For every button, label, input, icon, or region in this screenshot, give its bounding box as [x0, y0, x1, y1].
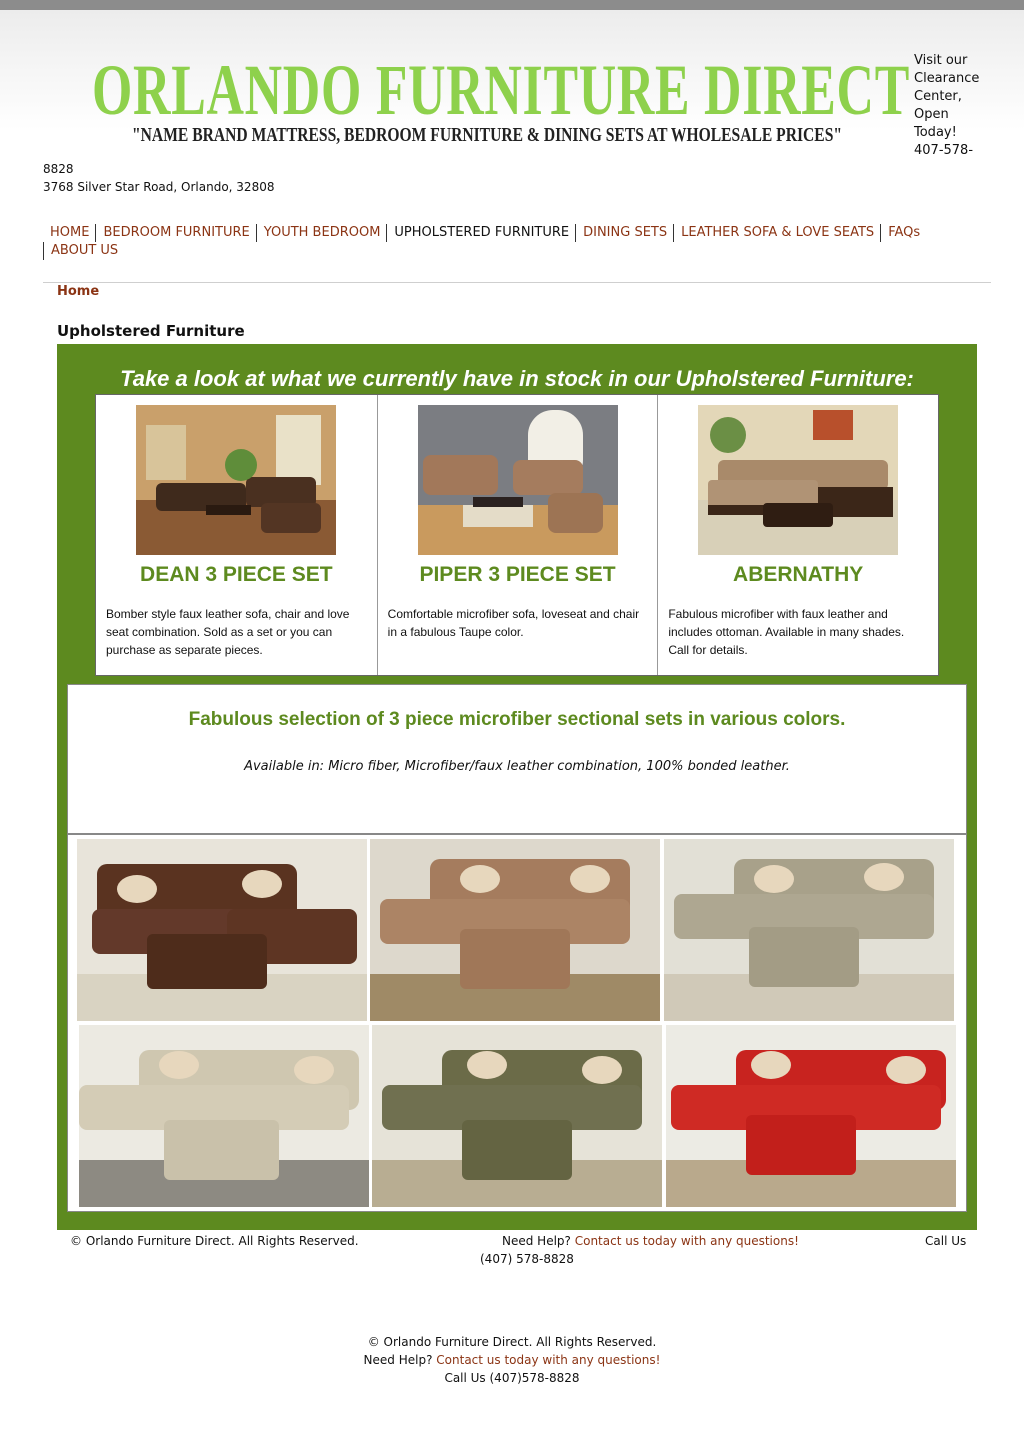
- selection-availability: Available in: Micro fiber, Microfiber/fa…: [244, 759, 790, 774]
- site-tagline: "NAME BRAND MATTRESS, BEDROOM FURNITURE …: [132, 124, 843, 146]
- nav-home[interactable]: HOME: [43, 224, 95, 242]
- visit-line: Center,: [914, 89, 962, 104]
- product-photo-abernathy[interactable]: [698, 405, 899, 555]
- nav-leather-sofa[interactable]: LEATHER SOFA & LOVE SEATS: [673, 224, 880, 242]
- footer-help: Need Help? Contact us today with any que…: [480, 1232, 800, 1268]
- bottom-call: Call Us (407)578-8828: [444, 1371, 580, 1385]
- bottom-help: Need Help? Contact us today with any que…: [0, 1351, 1024, 1369]
- footer-phone: (407) 578-8828: [480, 1252, 574, 1266]
- bottom-need-help: Need Help?: [363, 1353, 433, 1367]
- product-photo-dean[interactable]: [136, 405, 336, 555]
- need-help-text: Need Help?: [502, 1234, 571, 1248]
- nav-divider: [43, 282, 991, 283]
- sectional-photo-taupe[interactable]: [370, 839, 660, 1021]
- visit-notice: Visit our Clearance Center, Open Today! …: [914, 52, 1004, 160]
- visit-line: Open: [914, 107, 949, 122]
- nav-about-us[interactable]: ABOUT US: [43, 242, 124, 260]
- product-table: DEAN 3 PIECE SET Bomber style faux leath…: [95, 394, 939, 676]
- visit-line: Today!: [914, 125, 957, 140]
- product-name[interactable]: PIPER 3 PIECE SET: [378, 563, 658, 587]
- sectional-photo-olive[interactable]: [372, 1025, 662, 1207]
- product-card: ABERNATHY Fabulous microfiber with faux …: [657, 395, 938, 675]
- visit-line: 407-578-: [914, 143, 974, 158]
- nav-dining-sets[interactable]: DINING SETS: [575, 224, 673, 242]
- site-logo[interactable]: ORLANDO FURNITURE DIRECT: [92, 50, 909, 130]
- sectional-gallery: [67, 834, 967, 1212]
- sectional-photo-brown[interactable]: [77, 839, 367, 1021]
- nav-bedroom-furniture[interactable]: BEDROOM FURNITURE: [95, 224, 255, 242]
- product-description: Comfortable microfiber sofa, loveseat an…: [387, 607, 640, 639]
- visit-line: Clearance: [914, 71, 980, 86]
- stock-heading: Take a look at what we currently have in…: [120, 366, 914, 391]
- product-description: Fabulous microfiber with faux leather an…: [668, 607, 905, 657]
- top-bar: [0, 0, 1024, 10]
- product-name[interactable]: ABERNATHY: [658, 563, 938, 587]
- store-address-block: 8828 3768 Silver Star Road, Orlando, 328…: [43, 160, 274, 196]
- product-photo-piper[interactable]: [417, 405, 618, 555]
- main-nav: HOME BEDROOM FURNITURE YOUTH BEDROOM UPHOLS…: [43, 224, 983, 260]
- nav-youth-bedroom[interactable]: YOUTH BEDROOM: [255, 224, 387, 242]
- phone-tail: 8828: [43, 162, 74, 176]
- nav-faqs[interactable]: FAQs: [880, 224, 926, 242]
- selection-heading: Fabulous selection of 3 piece microfiber…: [188, 709, 846, 730]
- nav-upholstered-furniture[interactable]: UPHOLSTERED FURNITURE: [386, 224, 575, 242]
- visit-line: Visit our: [914, 53, 968, 68]
- bottom-contact-link[interactable]: Contact us today with any questions!: [436, 1353, 660, 1367]
- footer-call-us: Call Us: [925, 1234, 967, 1248]
- product-card: DEAN 3 PIECE SET Bomber style faux leath…: [96, 395, 377, 675]
- product-name[interactable]: DEAN 3 PIECE SET: [96, 563, 377, 587]
- product-description: Bomber style faux leather sofa, chair an…: [106, 607, 350, 657]
- bottom-footer: © Orlando Furniture Direct. All Rights R…: [0, 1333, 1024, 1387]
- product-card: PIPER 3 PIECE SET Comfortable microfiber…: [376, 395, 658, 675]
- page-title: Upholstered Furniture: [57, 322, 245, 340]
- sectional-photo-sage[interactable]: [664, 839, 954, 1021]
- selection-box: Fabulous selection of 3 piece microfiber…: [67, 684, 967, 834]
- sectional-photo-beige[interactable]: [79, 1025, 369, 1207]
- breadcrumb[interactable]: Home: [57, 284, 99, 299]
- bottom-copyright: © Orlando Furniture Direct. All Rights R…: [367, 1335, 657, 1349]
- contact-link[interactable]: Contact us today with any questions!: [575, 1234, 799, 1248]
- sectional-photo-red[interactable]: [666, 1025, 956, 1207]
- store-address: 3768 Silver Star Road, Orlando, 32808: [43, 180, 275, 194]
- footer-copyright: © Orlando Furniture Direct. All Rights R…: [70, 1234, 359, 1248]
